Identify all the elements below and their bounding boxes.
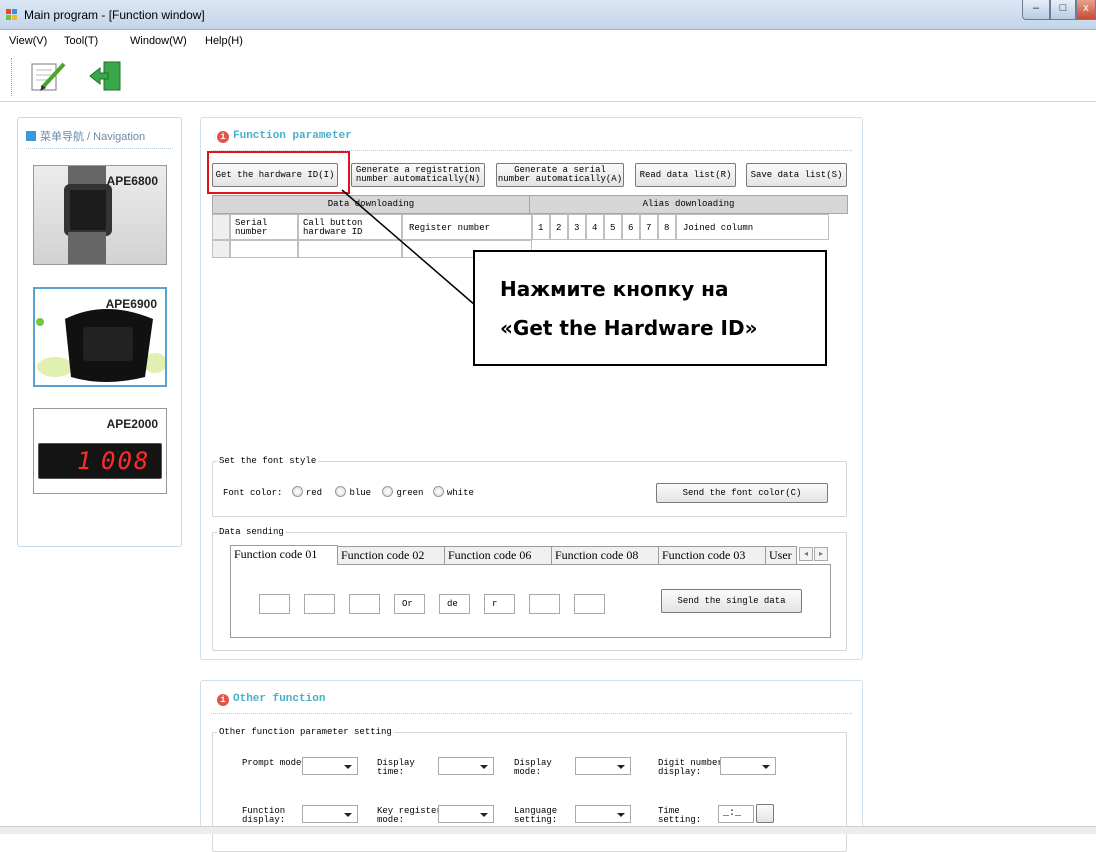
prompt-mode-label: Prompt mode: [242, 758, 307, 768]
function-display-select[interactable] [302, 805, 358, 823]
display-mode-select[interactable] [575, 757, 631, 775]
language-setting-label: Language setting: [514, 806, 558, 825]
instruction-callout: Нажмите кнопку на «Get the Hardware ID» [473, 250, 827, 366]
time-setting-input[interactable]: _:_ [718, 805, 754, 823]
display-time-select[interactable] [438, 757, 494, 775]
section-title-text: Other function [233, 693, 326, 705]
digit-number-display-select[interactable] [720, 757, 776, 775]
function-display-label: Function display: [242, 806, 286, 825]
tab-function-code-01[interactable]: Function code 01 [230, 545, 338, 565]
divider [211, 713, 852, 714]
display-mode-label: Display mode: [514, 758, 552, 777]
key-register-mode-label: Key register mode: [377, 806, 442, 825]
prompt-mode-select[interactable] [302, 757, 358, 775]
key-register-mode-select[interactable] [438, 805, 494, 823]
callout-line1: Нажмите кнопку на [500, 277, 729, 301]
status-bar [0, 826, 1096, 834]
time-picker-button[interactable] [756, 804, 774, 823]
other-function-group: Other function parameter setting Prompt … [212, 727, 847, 852]
info-icon: i [217, 694, 229, 706]
digit-number-display-label: Digit number display: [658, 758, 723, 777]
display-time-label: Display time: [377, 758, 415, 777]
callout-line2: «Get the Hardware ID» [500, 316, 758, 340]
language-setting-select[interactable] [575, 805, 631, 823]
other-function-legend: Other function parameter setting [217, 727, 394, 737]
other-function-panel: i Other function Other function parameter… [200, 680, 863, 852]
time-setting-label: Time setting: [658, 806, 702, 825]
section-title: i Other function [217, 693, 325, 706]
